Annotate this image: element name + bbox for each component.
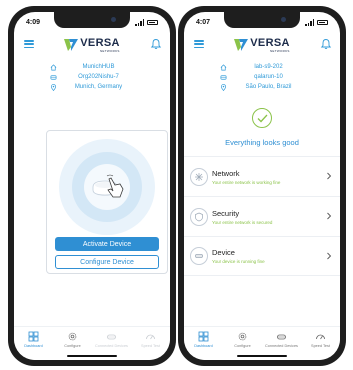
- nav-label: Dashboard: [194, 344, 213, 348]
- phone-right: 4:07 VERSA NETWORKS lab-s9-202 qalarun-1…: [178, 6, 346, 366]
- top-bar: VERSA NETWORKS: [14, 34, 170, 56]
- bell-icon[interactable]: [320, 38, 332, 50]
- logo-text: VERSA: [250, 36, 290, 49]
- versa-logo-mark: [234, 39, 249, 51]
- status-title: Device: [212, 248, 235, 257]
- menu-icon[interactable]: [194, 40, 204, 49]
- nav-speed-test[interactable]: Speed Test: [132, 331, 170, 348]
- signal-icon: [305, 18, 314, 26]
- nav-label: Speed Test: [141, 344, 160, 348]
- status-subtitle: Your entire network is working fine: [212, 179, 281, 185]
- chevron-right-icon: [327, 172, 332, 180]
- status-time: 4:07: [196, 18, 211, 26]
- speedometer-icon: [316, 334, 325, 340]
- device-name: lab-s9-202: [254, 64, 283, 70]
- status-subtitle: Your device is running fine: [212, 259, 265, 264]
- router-icon: [277, 334, 286, 340]
- device-location: Munich, Germany: [74, 84, 123, 90]
- status-title: Network: [212, 168, 240, 178]
- notch: [224, 12, 300, 28]
- device-serial: qalarun-10: [254, 74, 283, 80]
- device-info: MunichHUB Org202Nishu-7 Munich, Germany: [14, 62, 170, 92]
- device-info: lab-s9-202 qalarun-10 São Paulo, Brazil: [184, 62, 340, 92]
- screen-right: 4:07 VERSA NETWORKS lab-s9-202 qalarun-1…: [184, 12, 340, 360]
- device-location: São Paulo, Brazil: [245, 84, 292, 90]
- nav-label: Speed Test: [311, 344, 330, 348]
- network-icon: [190, 167, 208, 186]
- home-indicator: [67, 355, 117, 357]
- logo-subtext: NETWORKS: [99, 48, 120, 53]
- health-summary: Everything looks good: [184, 108, 340, 147]
- status-list: Network Your entire network is working f…: [184, 156, 340, 276]
- nav-label: Configure: [64, 344, 81, 348]
- activation-card: Activate Device Configure Device: [46, 130, 168, 274]
- status-subtitle: Your entire network is secured: [212, 219, 273, 225]
- nav-connected-devices[interactable]: Connected Devices: [93, 331, 131, 348]
- nav-label: Connected Devices: [265, 344, 298, 348]
- location-pin-icon: [50, 83, 56, 91]
- device-icon: [190, 247, 208, 265]
- home-icon: [220, 63, 226, 70]
- configure-device-button[interactable]: Configure Device: [55, 255, 159, 269]
- location-pin-icon: [220, 83, 226, 91]
- chevron-right-icon: [327, 252, 332, 260]
- nav-label: Dashboard: [24, 344, 43, 348]
- status-title: Security: [212, 208, 240, 218]
- device-serial: Org202Nishu-7: [78, 74, 119, 80]
- gear-icon: [68, 332, 77, 341]
- nav-dashboard[interactable]: Dashboard: [15, 331, 53, 348]
- logo-text: VERSA: [80, 36, 120, 49]
- activate-device-button[interactable]: Activate Device: [55, 237, 159, 251]
- shield-icon: [190, 207, 208, 226]
- speedometer-icon: [146, 334, 155, 340]
- versa-logo-mark: [64, 39, 79, 51]
- device-illustration: [59, 139, 155, 235]
- status-item-network[interactable]: Network Your entire network is working f…: [184, 156, 340, 196]
- menu-icon[interactable]: [24, 40, 34, 49]
- device-icon: [220, 74, 226, 80]
- status-message: Everything looks good: [225, 138, 299, 147]
- notch: [54, 12, 130, 28]
- nav-configure[interactable]: Configure: [54, 331, 92, 348]
- checkmark-icon: [252, 108, 272, 128]
- device-icon: [50, 74, 56, 80]
- nav-dashboard[interactable]: Dashboard: [185, 331, 223, 348]
- status-time: 4:09: [26, 18, 41, 26]
- nav-speed-test[interactable]: Speed Test: [302, 331, 340, 348]
- versa-logo: VERSA NETWORKS: [234, 36, 290, 53]
- nav-label: Connected Devices: [95, 344, 128, 348]
- versa-logo: VERSA NETWORKS: [64, 36, 120, 53]
- nav-configure[interactable]: Configure: [224, 331, 262, 348]
- dashboard-icon: [28, 331, 39, 342]
- router-hand-icon: [92, 174, 124, 198]
- battery-icon: [317, 19, 328, 25]
- device-name: MunichHUB: [82, 64, 115, 70]
- nav-connected-devices[interactable]: Connected Devices: [263, 331, 301, 348]
- logo-subtext: NETWORKS: [269, 48, 290, 53]
- battery-icon: [147, 19, 158, 25]
- router-icon: [107, 334, 116, 340]
- gear-icon: [238, 332, 247, 341]
- status-item-security[interactable]: Security Your entire network is secured: [184, 196, 340, 236]
- home-icon: [50, 63, 56, 70]
- screen-left: 4:09 VERSA NETWORKS MunichHUB Org202Nish…: [14, 12, 170, 360]
- dashboard-icon: [198, 331, 209, 342]
- phone-left: 4:09 VERSA NETWORKS MunichHUB Org202Nish…: [8, 6, 176, 366]
- signal-icon: [135, 18, 144, 26]
- bell-icon[interactable]: [150, 38, 162, 50]
- status-item-device[interactable]: Device Your device is running fine: [184, 236, 340, 276]
- home-indicator: [237, 355, 287, 357]
- nav-label: Configure: [234, 344, 251, 348]
- chevron-right-icon: [327, 212, 332, 220]
- top-bar: VERSA NETWORKS: [184, 34, 340, 56]
